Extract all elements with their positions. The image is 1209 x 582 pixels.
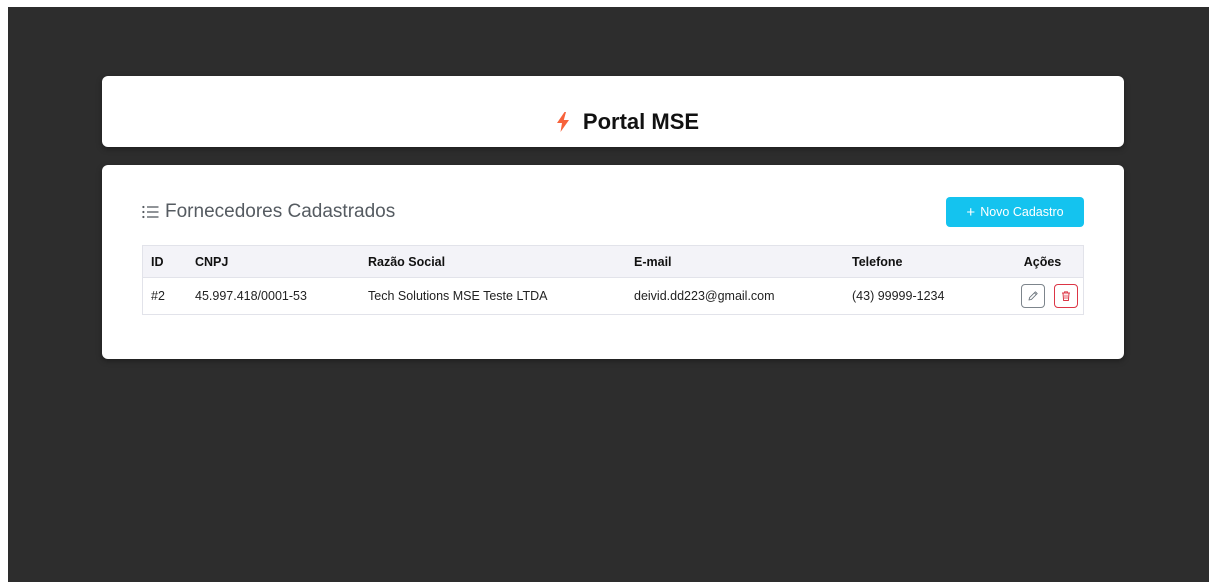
cell-actions <box>1002 278 1084 315</box>
cell-cnpj: 45.997.418/0001-53 <box>195 289 307 303</box>
table-row: #2 45.997.418/0001-53 Tech Solutions MSE… <box>143 278 1084 315</box>
column-header-razao-social: Razão Social <box>368 245 634 278</box>
trash-icon <box>1060 290 1072 302</box>
suppliers-card: Fornecedores Cadastrados + Novo Cadastro… <box>102 165 1124 359</box>
pencil-icon <box>1027 290 1039 302</box>
app-viewport: Portal MSE Fornecedores Cadastrados + No… <box>8 7 1209 582</box>
cell-razao-social: Tech Solutions MSE Teste LTDA <box>368 289 548 303</box>
new-record-button[interactable]: + Novo Cadastro <box>946 197 1084 227</box>
list-icon <box>142 205 159 219</box>
edit-button[interactable] <box>1021 284 1045 308</box>
plus-icon: + <box>966 203 976 221</box>
page-title: Portal MSE <box>582 109 700 134</box>
cell-id: #2 <box>151 289 165 303</box>
column-header-cnpj: CNPJ <box>195 245 368 278</box>
cell-email: deivid.dd223@gmail.com <box>634 289 775 303</box>
table-header-row: ID CNPJ Razão Social E-mail Telefone Açõ… <box>142 245 1084 278</box>
column-header-acoes: Ações <box>1002 245 1084 278</box>
suppliers-table: ID CNPJ Razão Social E-mail Telefone Açõ… <box>142 245 1084 315</box>
cell-telefone: (43) 99999-1234 <box>852 289 945 303</box>
column-header-telefone: Telefone <box>852 245 1002 278</box>
delete-button[interactable] <box>1054 284 1078 308</box>
lightning-bolt-icon <box>556 112 569 132</box>
column-header-email: E-mail <box>634 245 852 278</box>
row-actions <box>1002 284 1083 308</box>
section-title-label: Fornecedores Cadastrados <box>165 201 396 222</box>
section-title: Fornecedores Cadastrados <box>142 201 395 223</box>
header-card: Portal MSE <box>102 76 1124 147</box>
column-header-id: ID <box>142 245 195 278</box>
brand: Portal MSE <box>556 109 700 135</box>
new-record-label: Novo Cadastro <box>980 205 1064 219</box>
